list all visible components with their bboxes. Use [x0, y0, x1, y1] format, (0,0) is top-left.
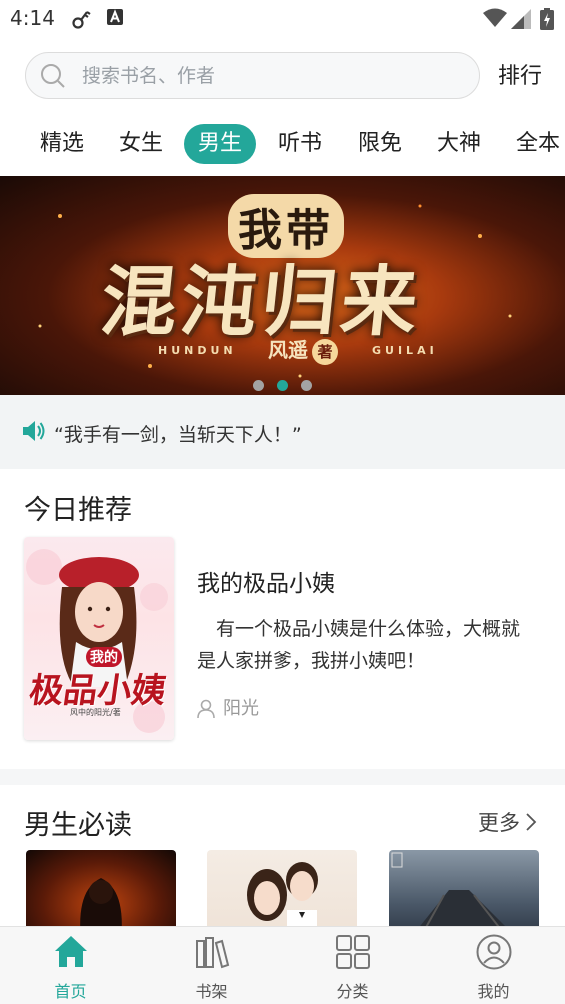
more-button[interactable]: 更多	[478, 807, 538, 837]
book-cover[interactable]: 我的 极品小姨 风中的阳光/著	[24, 537, 174, 740]
status-bar: 4:14	[0, 0, 565, 38]
profile-icon	[476, 934, 512, 970]
tab-female[interactable]: 女生	[105, 124, 177, 164]
nav-profile-label: 我的	[477, 982, 510, 1001]
more-label: 更多	[478, 811, 520, 835]
nav-home[interactable]: 首页	[0, 927, 141, 1004]
nav-bookshelf-label: 书架	[195, 982, 228, 1001]
tab-free[interactable]: 限免	[344, 124, 416, 164]
search-input[interactable]	[82, 61, 462, 91]
status-time: 4:14	[10, 6, 55, 30]
key-icon	[72, 11, 91, 29]
nav-home-label: 首页	[54, 982, 87, 1001]
cover-artwork-3	[391, 852, 509, 930]
tab-audiobooks[interactable]: 听书	[264, 124, 336, 164]
carousel-dot-active[interactable]	[277, 380, 288, 391]
today-recommend-section: 今日推荐 我的 极品小姨 风中的阳光/著 我的极品小姨 有一个极品小姨是什么体验…	[0, 469, 565, 769]
battery-icon	[540, 8, 554, 30]
bottom-navigation: 首页 书架 分类 我的	[0, 926, 565, 1004]
nav-category-label: 分类	[336, 982, 369, 1001]
chevron-right-icon	[526, 813, 537, 831]
wifi-icon	[483, 8, 507, 27]
person-icon	[197, 699, 215, 719]
banner-sub-right: GUILAI	[372, 344, 438, 357]
banner-author-name: 风遥	[268, 338, 308, 362]
nav-category[interactable]: 分类	[282, 927, 423, 1004]
notice-bar[interactable]: “我手有一剑，当斩天下人！”	[0, 395, 565, 469]
header: 排行	[0, 38, 565, 114]
banner-sub-left: HUNDUN	[158, 344, 237, 357]
speaker-icon	[23, 421, 45, 441]
book-cover-3[interactable]	[389, 850, 539, 930]
signal-icon	[511, 9, 531, 29]
book-title[interactable]: 我的极品小姨	[197, 564, 335, 598]
notice-text: “我手有一剑，当斩天下人！”	[54, 424, 302, 446]
book-description: 有一个极品小姨是什么体验，大概就是人家拼爹，我拼小姨吧！	[197, 618, 521, 672]
book-cover-2[interactable]	[207, 850, 357, 930]
home-icon	[55, 936, 87, 967]
cover-artwork-1	[80, 878, 122, 930]
book-author-name: 阳光	[223, 698, 259, 719]
tab-male[interactable]: 男生	[184, 124, 257, 164]
tab-completed[interactable]: 全本	[502, 124, 565, 164]
banner-carousel[interactable]: 我带 混沌归来 HUNDUN 风遥著 GUILAI	[0, 176, 565, 395]
category-tabs: 精选 女生 男生 听书 限免 大神 全本	[0, 114, 565, 176]
carousel-indicator	[0, 376, 565, 391]
tab-featured[interactable]: 精选	[26, 124, 98, 164]
must-read-section: 男生必读 更多	[0, 785, 565, 930]
search-bar[interactable]	[25, 52, 480, 99]
section-title-must-read: 男生必读	[24, 810, 132, 841]
section-title-today: 今日推荐	[24, 495, 132, 526]
cover-title-big: 极品小姨	[26, 671, 169, 711]
tab-masters[interactable]: 大神	[423, 124, 495, 164]
category-icon	[336, 935, 370, 969]
banner-title-big: 混沌归来	[96, 257, 426, 346]
cover-author: 风中的阳光/著	[70, 708, 121, 717]
bookshelf-icon	[196, 937, 230, 969]
book-cover-1[interactable]	[26, 850, 176, 930]
book-author: 阳光	[197, 694, 259, 720]
nav-bookshelf[interactable]: 书架	[141, 927, 282, 1004]
banner-author: 风遥著	[268, 334, 338, 365]
notification-a-icon	[107, 9, 123, 25]
nav-profile[interactable]: 我的	[423, 927, 564, 1004]
carousel-dot[interactable]	[252, 380, 264, 391]
search-icon	[41, 64, 65, 88]
cover-artwork-2	[247, 862, 318, 930]
banner-author-mark: 著	[312, 339, 338, 365]
rank-button[interactable]: 排行	[498, 58, 542, 90]
